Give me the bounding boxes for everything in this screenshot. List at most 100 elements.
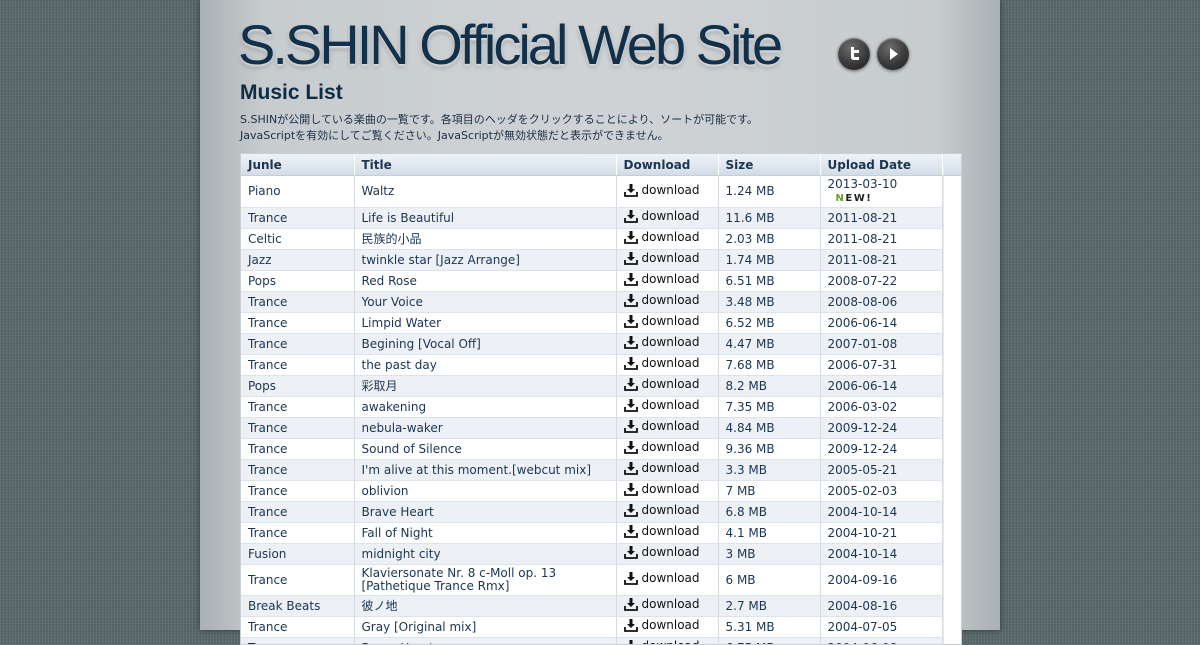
download-link[interactable]: download <box>624 184 700 197</box>
table-row: Trance Brave Heart download 6.75 MB 2004… <box>241 638 942 645</box>
download-link[interactable]: download <box>624 336 700 349</box>
download-cell: download <box>616 523 718 544</box>
table-row: Trance I'm alive at this moment.[webcut … <box>241 460 942 481</box>
header-genre[interactable]: Junle <box>241 154 354 176</box>
download-label: download <box>642 462 700 475</box>
download-label: download <box>642 640 700 645</box>
download-icon <box>624 441 638 454</box>
title-cell: Limpid Water <box>354 313 616 334</box>
download-label: download <box>642 210 700 223</box>
intro-line-sort: S.SHINが公開している楽曲の一覧です。各項目のヘッダをクリックすることにより… <box>240 112 980 128</box>
upload-date: 2006-07-31 <box>828 358 898 372</box>
download-link[interactable]: download <box>624 483 700 496</box>
download-icon <box>624 210 638 223</box>
play-icon <box>885 46 901 62</box>
download-link[interactable]: download <box>624 378 700 391</box>
upload-date-cell: 2011-08-21 <box>820 208 942 229</box>
title-cell: midnight city <box>354 544 616 565</box>
title-cell: Life is Beautiful <box>354 208 616 229</box>
upload-date-cell: 2004-07-05 <box>820 617 942 638</box>
download-link[interactable]: download <box>624 420 700 433</box>
download-cell: download <box>616 313 718 334</box>
download-icon <box>624 598 638 611</box>
download-icon <box>624 399 638 412</box>
download-label: download <box>642 231 700 244</box>
download-link[interactable]: download <box>624 294 700 307</box>
table-scrollbar[interactable] <box>943 154 961 644</box>
upload-date-cell: 2005-02-03 <box>820 481 942 502</box>
upload-date: 2011-08-21 <box>828 232 898 246</box>
title-cell: the past day <box>354 355 616 376</box>
download-link[interactable]: download <box>624 462 700 475</box>
upload-date-cell: 2013-03-10 NEW! <box>820 176 942 208</box>
size-cell: 6.51 MB <box>718 271 820 292</box>
table-row: Piano Waltz download 1.24 MB 2013-03-10 … <box>241 176 942 208</box>
header-download[interactable]: Download <box>616 154 718 176</box>
upload-date: 2004-10-21 <box>828 526 898 540</box>
download-icon <box>624 336 638 349</box>
download-link[interactable]: download <box>624 399 700 412</box>
table-row: Trance Sound of Silence download 9.36 MB… <box>241 439 942 460</box>
download-link[interactable]: download <box>624 252 700 265</box>
download-icon <box>624 546 638 559</box>
genre-cell: Trance <box>241 638 354 645</box>
download-cell: download <box>616 460 718 481</box>
download-label: download <box>642 420 700 433</box>
genre-cell: Trance <box>241 460 354 481</box>
size-cell: 6.75 MB <box>718 638 820 645</box>
download-link[interactable]: download <box>624 273 700 286</box>
size-cell: 4.47 MB <box>718 334 820 355</box>
download-link[interactable]: download <box>624 598 700 611</box>
download-link[interactable]: download <box>624 525 700 538</box>
download-link[interactable]: download <box>624 572 700 585</box>
header-size[interactable]: Size <box>718 154 820 176</box>
upload-date: 2006-03-02 <box>828 400 898 414</box>
genre-cell: Trance <box>241 523 354 544</box>
social-links <box>838 38 909 70</box>
size-cell: 1.74 MB <box>718 250 820 271</box>
upload-date: 2011-08-21 <box>828 211 898 225</box>
size-cell: 2.7 MB <box>718 596 820 617</box>
table-row: Trance Brave Heart download 6.8 MB 2004-… <box>241 502 942 523</box>
download-label: download <box>642 184 700 197</box>
upload-date-cell: 2004-10-14 <box>820 544 942 565</box>
download-label: download <box>642 504 700 517</box>
upload-date: 2004-10-14 <box>828 505 898 519</box>
download-label: download <box>642 598 700 611</box>
twitter-icon <box>845 45 863 63</box>
download-link[interactable]: download <box>624 546 700 559</box>
header-upload-date[interactable]: Upload Date <box>820 154 942 176</box>
download-link[interactable]: download <box>624 504 700 517</box>
play-button[interactable] <box>877 38 909 70</box>
table-row: Pops Red Rose download 6.51 MB 2008-07-2… <box>241 271 942 292</box>
download-link[interactable]: download <box>624 619 700 632</box>
upload-date: 2009-12-24 <box>828 421 898 435</box>
title-cell: Gray [Original mix] <box>354 617 616 638</box>
download-label: download <box>642 399 700 412</box>
download-link[interactable]: download <box>624 640 700 645</box>
upload-date-cell: 2011-08-21 <box>820 250 942 271</box>
title-cell: Klaviersonate Nr. 8 c-Moll op. 13 [Pathe… <box>354 565 616 596</box>
download-link[interactable]: download <box>624 210 700 223</box>
download-icon <box>624 357 638 370</box>
title-cell: I'm alive at this moment.[webcut mix] <box>354 460 616 481</box>
download-cell: download <box>616 544 718 565</box>
table-row: Trance Limpid Water download 6.52 MB 200… <box>241 313 942 334</box>
site-title[interactable]: S.SHIN Official Web Site <box>238 12 780 78</box>
download-link[interactable]: download <box>624 315 700 328</box>
size-cell: 8.2 MB <box>718 376 820 397</box>
size-cell: 2.03 MB <box>718 229 820 250</box>
download-cell: download <box>616 439 718 460</box>
table-row: Trance Begining [Vocal Off] download 4.4… <box>241 334 942 355</box>
upload-date: 2009-12-24 <box>828 442 898 456</box>
upload-date-cell: 2005-05-21 <box>820 460 942 481</box>
size-cell: 6.52 MB <box>718 313 820 334</box>
download-link[interactable]: download <box>624 231 700 244</box>
upload-date: 2008-08-06 <box>828 295 898 309</box>
download-link[interactable]: download <box>624 441 700 454</box>
genre-cell: Trance <box>241 334 354 355</box>
download-link[interactable]: download <box>624 357 700 370</box>
twitter-button[interactable] <box>838 38 870 70</box>
download-icon <box>624 483 638 496</box>
header-title[interactable]: Title <box>354 154 616 176</box>
